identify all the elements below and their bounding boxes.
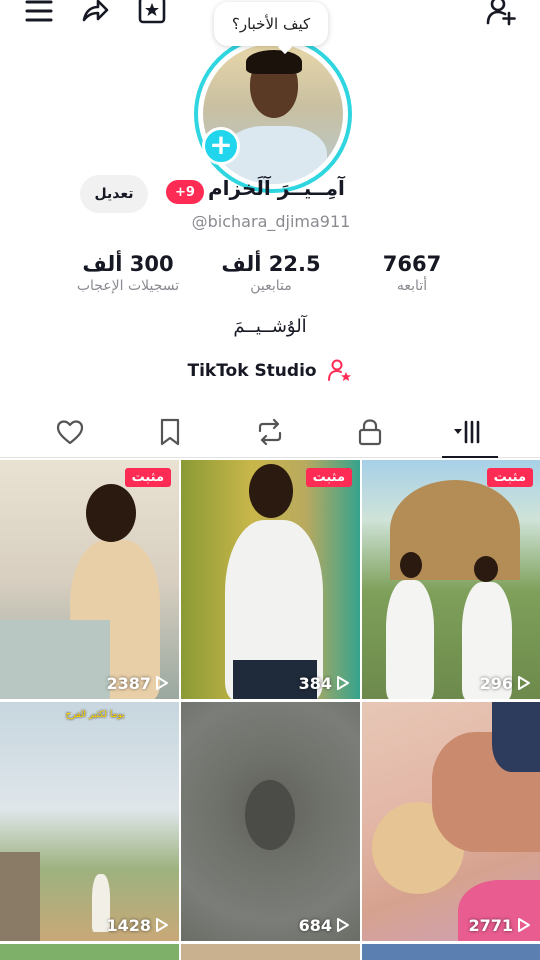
display-name: آمِــيــرَ آلَخزام <box>208 176 345 200</box>
video-tile[interactable]: مثبت 296 <box>362 460 540 699</box>
video-caption: يوما لكثير الفرح <box>65 710 125 720</box>
grid-dropdown-icon <box>454 420 480 444</box>
view-count: 2387 <box>106 674 169 693</box>
active-tab-indicator <box>442 456 498 458</box>
stat-label: أتابعه <box>396 278 428 294</box>
play-icon <box>156 918 168 932</box>
video-tile[interactable]: يوما لكثير الفرح 1428 <box>0 702 179 941</box>
video-tile-partial[interactable] <box>0 944 179 960</box>
play-icon <box>337 918 349 932</box>
pinned-badge: مثبت <box>305 468 352 487</box>
play-icon <box>518 676 530 690</box>
stat-following[interactable]: 7667 أتابعه <box>342 252 482 294</box>
notification-badge[interactable]: +9 <box>166 180 204 204</box>
stat-value: 7667 <box>382 252 442 276</box>
repost-icon <box>258 418 282 446</box>
stat-label: متابعين <box>250 278 292 294</box>
video-tile[interactable]: مثبت 384 <box>181 460 360 699</box>
play-icon <box>518 918 530 932</box>
tab-videos[interactable] <box>448 414 488 450</box>
view-count: 1428 <box>106 916 169 935</box>
share-icon[interactable] <box>78 0 112 28</box>
content-tabs <box>0 404 540 458</box>
username-handle: @bichara_djima911 <box>191 212 351 231</box>
stat-likes[interactable]: 300 ألف تسجيلات الإعجاب <box>58 252 198 294</box>
name-row: تعديل +9 آمِــيــرَ آلَخزام <box>0 170 540 214</box>
add-story-button[interactable]: + <box>202 127 240 165</box>
tab-favorites[interactable] <box>150 414 190 450</box>
view-count: 384 <box>299 674 350 693</box>
stat-value: 22.5 ألف <box>221 252 321 276</box>
pinned-badge: مثبت <box>124 468 171 487</box>
video-grid: مثبت 2387 مثبت 384 مثبت 296 يوما لكثير ا… <box>0 460 540 960</box>
tiktok-studio-link[interactable]: TikTok Studio <box>0 358 540 384</box>
video-tile-partial[interactable] <box>362 944 540 960</box>
stat-followers[interactable]: 22.5 ألف متابعين <box>201 252 341 294</box>
video-tile[interactable]: 2771 <box>362 702 540 941</box>
tab-private[interactable] <box>350 414 390 450</box>
bookmark-icon <box>160 418 180 446</box>
video-tile[interactable]: 684 <box>181 702 360 941</box>
stat-label: تسجيلات الإعجاب <box>76 278 180 294</box>
view-count: 2771 <box>468 916 531 935</box>
edit-profile-button[interactable]: تعديل <box>80 175 148 213</box>
heart-icon <box>56 420 84 445</box>
stat-value: 300 ألف <box>82 252 174 276</box>
video-tile[interactable]: مثبت 2387 <box>0 460 179 699</box>
play-icon <box>156 676 168 690</box>
tab-reposts[interactable] <box>250 414 290 450</box>
lock-icon <box>358 419 382 446</box>
status-bubble[interactable]: كيف الأخبار؟ <box>214 2 328 46</box>
menu-icon[interactable] <box>22 0 56 28</box>
add-friend-icon[interactable] <box>484 0 518 28</box>
tab-liked[interactable] <box>50 414 90 450</box>
creator-star-icon <box>327 359 351 381</box>
studio-label: TikTok Studio <box>187 361 317 381</box>
pinned-badge: مثبت <box>486 468 533 487</box>
video-tile-partial[interactable] <box>181 944 360 960</box>
play-icon <box>337 676 349 690</box>
view-count: 296 <box>480 674 531 693</box>
favorites-icon[interactable] <box>135 0 169 28</box>
profile-bio: آلۇشــيــمَ <box>233 316 307 337</box>
view-count: 684 <box>299 916 350 935</box>
